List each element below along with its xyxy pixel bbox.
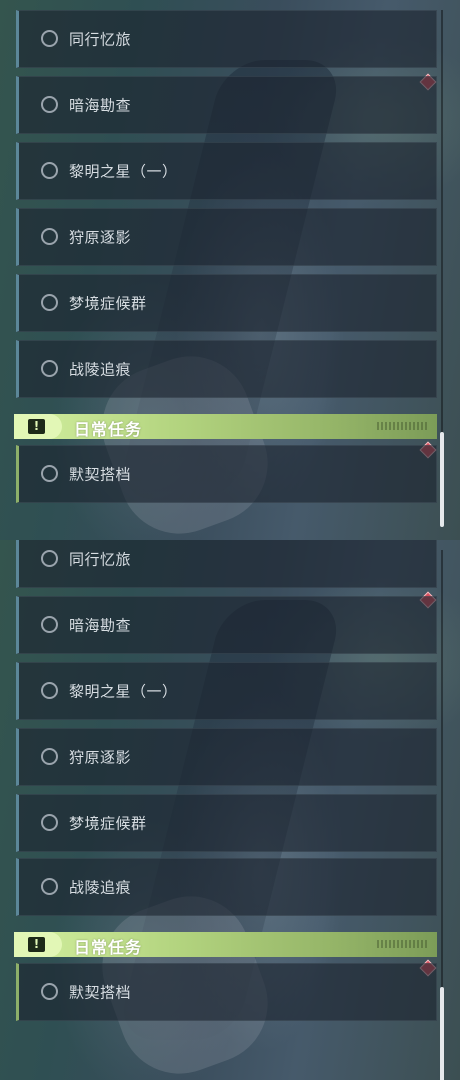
quest-label: 梦境症候群: [69, 294, 147, 313]
quest-label: 暗海勘查: [69, 616, 132, 635]
quest-label: 黎明之星（一）: [69, 682, 178, 701]
exclamation-icon: !: [33, 419, 40, 433]
scrollbar-thumb[interactable]: [440, 987, 444, 1080]
quest-label: 战陵追痕: [69, 360, 132, 379]
quest-label: 默契搭档: [69, 983, 132, 1002]
exclamation-icon: !: [33, 937, 40, 951]
quest-item[interactable]: 黎明之星（一）: [16, 662, 437, 720]
circle-icon: [41, 294, 58, 311]
circle-icon: [41, 228, 58, 245]
circle-icon: [41, 878, 58, 895]
quest-list-panel: 同行忆旅 暗海勘查 黎明之星（一） 狩原逐影 梦境症候群 战陵追痕 ! 日常任务: [0, 0, 460, 540]
quest-label: 暗海勘查: [69, 96, 132, 115]
circle-icon: [41, 162, 58, 179]
quest-label: 战陵追痕: [69, 878, 132, 897]
header-decoration: [377, 422, 427, 430]
quest-item[interactable]: 暗海勘查: [16, 76, 437, 134]
quest-label: 同行忆旅: [69, 30, 132, 49]
quest-label: 默契搭档: [69, 465, 132, 484]
circle-icon: [41, 814, 58, 831]
header-badge: !: [14, 932, 62, 957]
quest-item[interactable]: 狩原逐影: [16, 728, 437, 786]
header-decoration: [377, 940, 427, 948]
quest-item[interactable]: 黎明之星（一）: [16, 142, 437, 200]
quest-label: 同行忆旅: [69, 550, 132, 569]
circle-icon: [41, 748, 58, 765]
daily-quest-item[interactable]: 默契搭档: [16, 445, 437, 503]
quest-item[interactable]: 暗海勘查: [16, 596, 437, 654]
quest-label: 狩原逐影: [69, 748, 132, 767]
circle-icon: [41, 360, 58, 377]
quest-item[interactable]: 同行忆旅: [16, 540, 437, 588]
circle-icon: [41, 983, 58, 1000]
circle-icon: [41, 30, 58, 47]
quest-item[interactable]: 梦境症候群: [16, 794, 437, 852]
circle-icon: [41, 616, 58, 633]
daily-quest-item[interactable]: 默契搭档: [16, 963, 437, 1021]
daily-quest-header[interactable]: ! 日常任务: [14, 932, 437, 957]
quest-list-panel: 同行忆旅 暗海勘查 黎明之星（一） 狩原逐影 梦境症候群 战陵追痕 ! 日常任务: [0, 540, 460, 1080]
quest-label: 梦境症候群: [69, 814, 147, 833]
quest-label: 黎明之星（一）: [69, 162, 178, 181]
quest-item[interactable]: 梦境症候群: [16, 274, 437, 332]
circle-icon: [41, 682, 58, 699]
header-badge: !: [14, 414, 62, 439]
circle-icon: [41, 550, 58, 567]
quest-item[interactable]: 狩原逐影: [16, 208, 437, 266]
section-title: 日常任务: [74, 938, 143, 957]
circle-icon: [41, 96, 58, 113]
quest-item[interactable]: 同行忆旅: [16, 10, 437, 68]
daily-quest-header[interactable]: ! 日常任务: [14, 414, 437, 439]
scrollbar-thumb[interactable]: [440, 432, 444, 527]
quest-label: 狩原逐影: [69, 228, 132, 247]
quest-item[interactable]: 战陵追痕: [16, 858, 437, 916]
section-title: 日常任务: [74, 420, 143, 439]
circle-icon: [41, 465, 58, 482]
quest-item[interactable]: 战陵追痕: [16, 340, 437, 398]
